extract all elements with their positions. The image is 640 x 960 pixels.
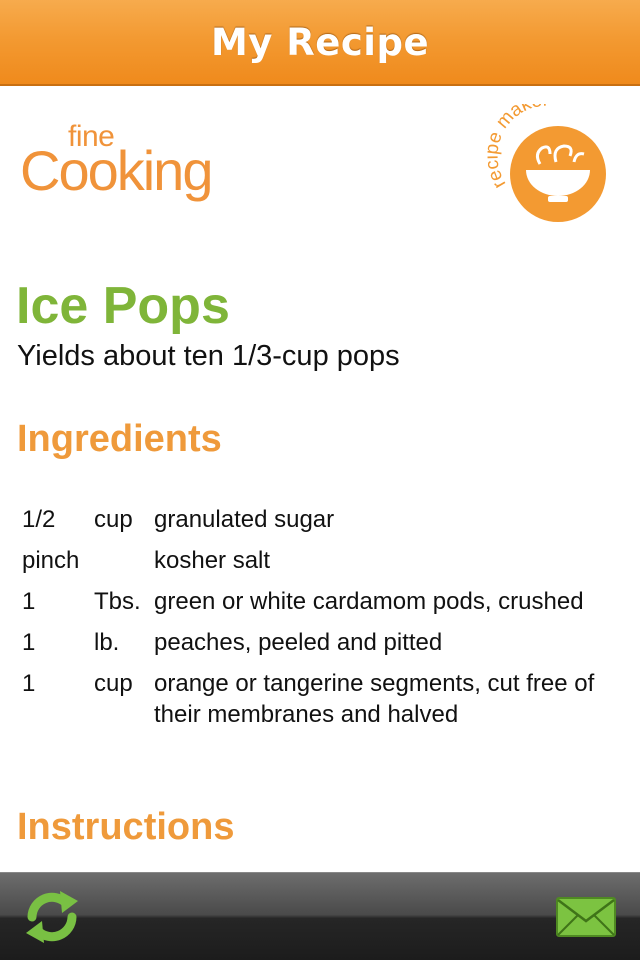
ingredients-heading: Ingredients (17, 418, 222, 460)
brand-big-text: Cooking (20, 139, 213, 202)
ingredient-item: granulated sugar (154, 506, 335, 533)
recipe-content[interactable]: fine Cooking recipe maker Ice Pops Yield… (0, 88, 640, 872)
instructions-heading: Instructions (17, 806, 235, 848)
ingredient-unit (94, 545, 154, 586)
ingredient-unit: cup (94, 506, 133, 533)
ingredient-qty: 1/2 (22, 506, 56, 533)
bowl-icon: recipe maker (481, 89, 606, 222)
ingredient-row: 1/2 cup granulated sugar (22, 504, 622, 545)
nav-title: My Recipe (210, 20, 430, 64)
bottom-toolbar (0, 872, 640, 960)
ingredient-item: kosher salt (154, 547, 271, 574)
ingredient-qty: 1 (22, 629, 36, 656)
ingredient-row: 1 cup orange or tangerine segments, cut … (22, 668, 622, 740)
ingredients-table: 1/2 cup granulated sugar pinch kosher sa… (22, 504, 622, 740)
ingredient-item: orange or tangerine segments, cut free o… (154, 670, 595, 728)
ingredient-unit: Tbs. (94, 588, 141, 615)
ingredient-row: pinch kosher salt (22, 545, 622, 586)
recipe-yield: Yields about ten 1/3-cup pops (17, 340, 400, 372)
fine-cooking-logo: fine Cooking (20, 118, 250, 202)
ingredient-unit: cup (94, 670, 133, 697)
ingredient-qty: pinch (22, 547, 80, 574)
mail-icon (556, 897, 616, 937)
mail-button[interactable] (556, 897, 616, 937)
nav-bar: My Recipe (0, 0, 640, 86)
recipe-maker-badge: recipe maker (481, 89, 610, 228)
ingredient-row: 1 lb. peaches, peeled and pitted (22, 627, 622, 668)
ingredient-qty: 1 (22, 670, 36, 697)
recipe-title: Ice Pops (16, 277, 230, 335)
refresh-icon (26, 891, 78, 943)
ingredient-item: peaches, peeled and pitted (154, 629, 443, 656)
ingredient-row: 1 Tbs. green or white cardamom pods, cru… (22, 586, 622, 627)
ingredient-unit: lb. (94, 629, 120, 656)
ingredient-item: green or white cardamom pods, crushed (154, 588, 584, 615)
ingredient-qty: 1 (22, 588, 36, 615)
refresh-button[interactable] (20, 887, 84, 947)
